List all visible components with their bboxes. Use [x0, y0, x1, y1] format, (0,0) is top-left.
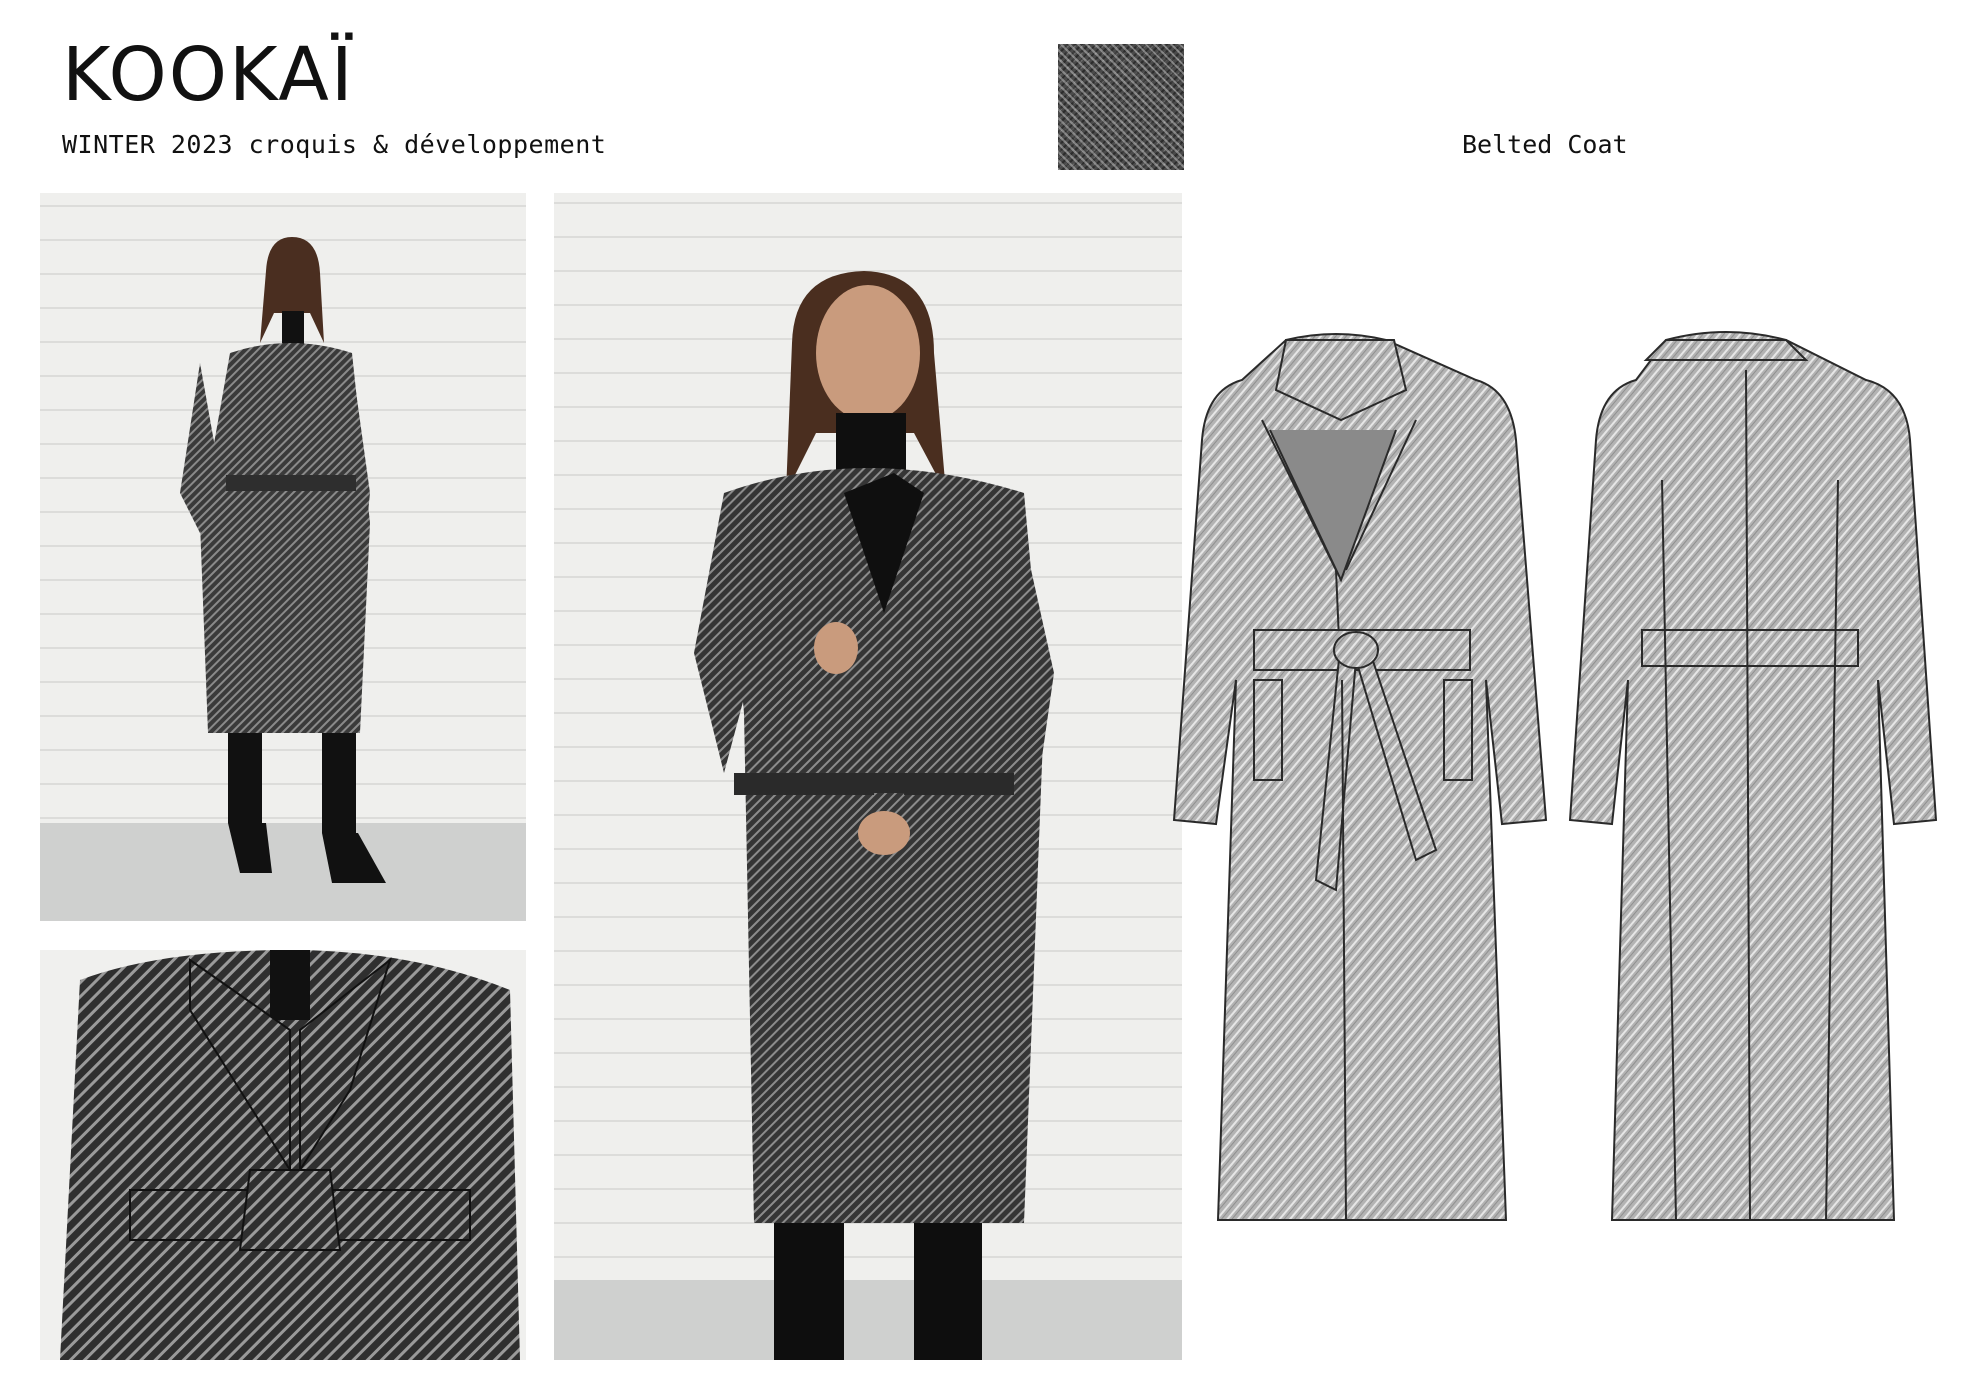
full-look-photo	[40, 193, 526, 921]
boot-left	[228, 733, 262, 823]
product-name: Belted Coat	[1462, 130, 1628, 159]
collection-title: WINTER 2023 croquis & développement	[62, 130, 607, 159]
coat	[200, 343, 370, 733]
brand-logo: KOOKAÏ	[62, 32, 355, 118]
belt	[226, 475, 356, 491]
head	[816, 285, 920, 421]
fabric-swatch	[1058, 44, 1184, 170]
back-view-sketch	[1568, 331, 1938, 1221]
coat-detail	[60, 950, 520, 1360]
model-figure	[180, 237, 386, 883]
boot-right	[914, 1223, 982, 1360]
front-view-sketch	[1172, 333, 1548, 1221]
detail-photo	[40, 950, 526, 1360]
belt	[734, 773, 1014, 795]
model-figure	[694, 271, 1054, 1360]
boot-right	[322, 733, 356, 833]
main-model-photo	[554, 193, 1182, 1360]
boot-left	[774, 1223, 844, 1360]
technical-flat-sketches	[1172, 331, 1938, 1221]
